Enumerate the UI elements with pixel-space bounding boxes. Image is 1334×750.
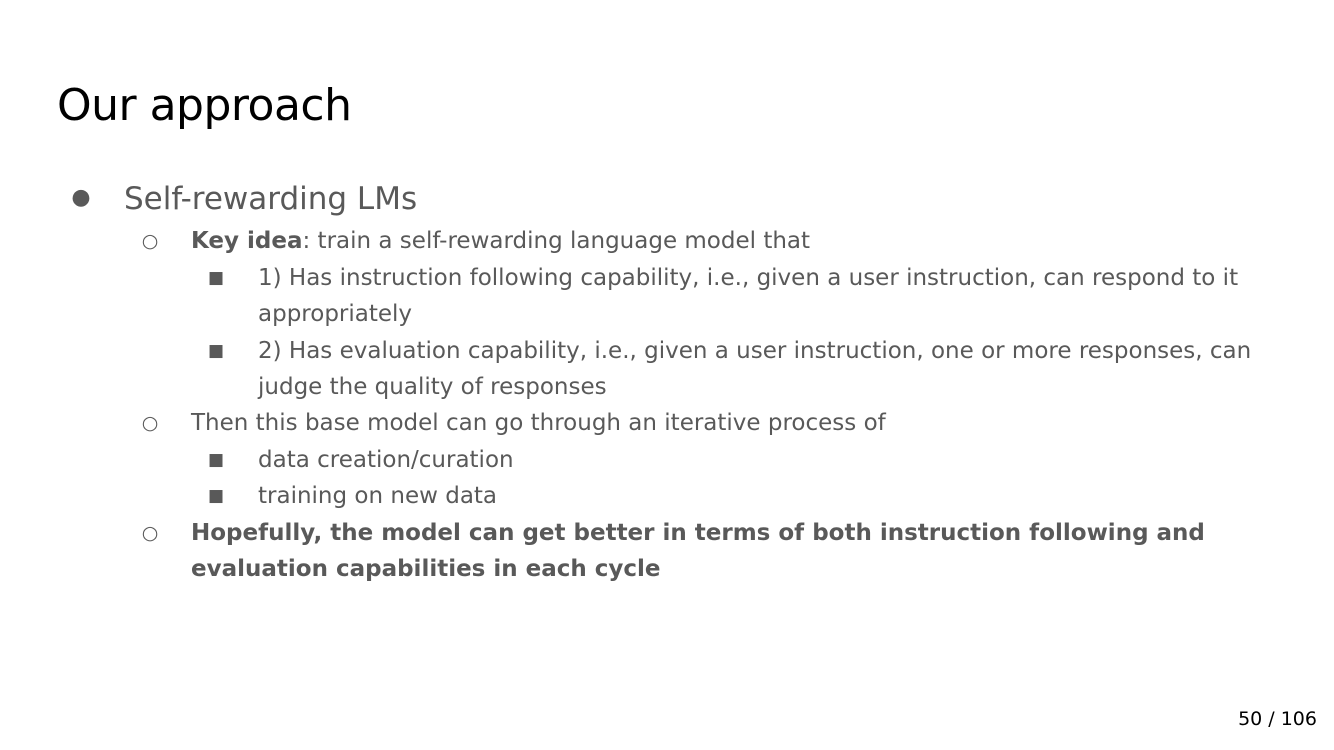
bullet-symbol: ■ [207,486,225,506]
bullet-symbol: ○ [141,412,159,434]
bullet-hopefully-line2: evaluation capabilities in each cycle [191,556,661,582]
bullet-iterative-process: Then this base model can go through an i… [191,410,886,436]
bullet-symbol: ● [71,185,91,210]
bullet-evaluation-line1: 2) Has evaluation capability, i.e., give… [258,338,1252,364]
slide-title: Our approach [57,80,352,131]
bullet-symbol: ○ [141,522,159,544]
bullet-symbol: ■ [207,341,225,361]
bullet-self-rewarding-lms: Self-rewarding LMs [124,181,418,217]
bullet-data-creation: data creation/curation [258,447,514,473]
bullet-instruction-following-line2: appropriately [258,301,413,327]
bullet-evaluation-line2: judge the quality of responses [258,374,607,400]
bullet-symbol: ■ [207,450,225,470]
bullet-key-idea: Key idea: train a self-rewarding languag… [191,228,810,254]
key-idea-text: : train a self-rewarding language model … [302,228,811,254]
bullet-hopefully-line1: Hopefully, the model can get better in t… [191,520,1205,546]
bullet-instruction-following-line1: 1) Has instruction following capability,… [258,265,1239,291]
bullet-training: training on new data [258,483,498,509]
bullet-symbol: ■ [207,268,225,288]
key-idea-label: Key idea [191,228,303,254]
page-number: 50 / 106 [1238,708,1317,730]
bullet-symbol: ○ [141,230,159,252]
